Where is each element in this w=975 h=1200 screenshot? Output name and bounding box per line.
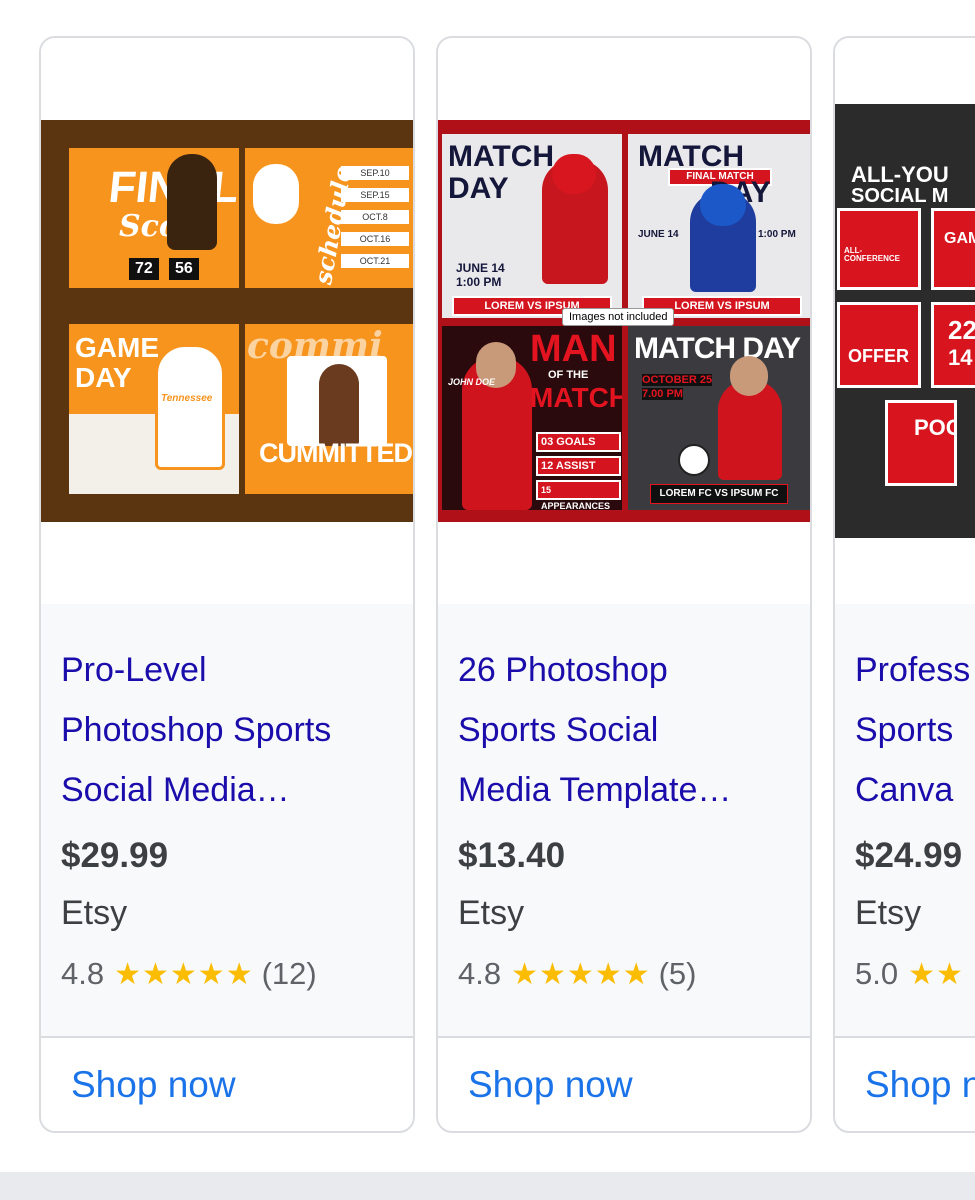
product-rating: 4.8 ★★★★★ (12) xyxy=(61,956,317,992)
product-card[interactable]: MATCH DAY JUNE 14 1:00 PM LOREM VS IPSUM… xyxy=(436,36,812,1133)
schedule-list: SEP.10 SEP.15 OCT.8 OCT.16 OCT.21 xyxy=(341,166,409,276)
poster-stat: 12 ASSIST xyxy=(536,456,621,476)
product-info: 26 Photoshop Sports Social Media Templat… xyxy=(438,604,810,1036)
player-helmet xyxy=(700,184,746,226)
poster-committed-word: CUMMITTED xyxy=(259,438,413,468)
product-card[interactable]: FINAL Score 72 56 schedule SEP.10 SEP.15… xyxy=(39,36,415,1133)
product-seller: Etsy xyxy=(458,894,525,932)
poster-match-day-word: MATCH DAY xyxy=(634,332,801,365)
poster-score-home: 72 xyxy=(129,258,159,280)
poster-score-away: 56 xyxy=(169,258,199,280)
poster-match-word: MATCH xyxy=(530,382,622,413)
schedule-date: SEP.10 xyxy=(341,166,409,180)
product-price: $13.40 xyxy=(458,836,566,875)
poster-tile: OFFER xyxy=(837,302,921,388)
poster-tile: POG xyxy=(885,400,957,486)
product-image[interactable]: ALL-YOU SOCIAL M ALL-CONFERENCE GAM OFFE… xyxy=(835,104,975,538)
poster-player-name: JOHN DOE xyxy=(448,377,496,387)
product-carousel: FINAL Score 72 56 schedule SEP.10 SEP.15… xyxy=(0,0,975,1172)
star-icon: ★★ xyxy=(908,957,964,991)
product-rating: 5.0 ★★ xyxy=(855,956,972,992)
poster-game-day: GAME DAY Tennessee xyxy=(69,324,239,494)
bottom-separator xyxy=(0,1172,975,1200)
poster-of-the: OF THE xyxy=(548,369,589,381)
poster-tile-label: ALL-CONFERENCE xyxy=(844,246,901,263)
poster-date: JUNE 14 xyxy=(456,261,505,275)
product-title[interactable]: Pro-Level Photoshop Sports Social Media… xyxy=(61,640,396,820)
poster-tile: 22 14 xyxy=(931,302,975,388)
poster-tennessee-word: Tennessee xyxy=(161,393,213,404)
poster-time: 1:00 PM xyxy=(758,229,796,240)
shop-now-button[interactable]: Shop now xyxy=(71,1064,236,1106)
player-head xyxy=(730,356,768,396)
poster-game-word: GAME xyxy=(75,332,159,363)
product-card[interactable]: ALL-YOU SOCIAL M ALL-CONFERENCE GAM OFFE… xyxy=(833,36,975,1133)
poster-tile: GAM xyxy=(931,208,975,290)
review-count: (12) xyxy=(261,956,317,991)
shop-now-button[interactable]: Shop n xyxy=(865,1064,975,1106)
athlete-figure xyxy=(319,364,359,446)
product-seller: Etsy xyxy=(855,894,922,932)
product-info: Profess Sports Canva $24.99 Etsy 5.0 ★★ xyxy=(835,604,975,1036)
poster-man-of-the-match: JOHN DOE MAN OF THE MATCH 03 GOALS 12 AS… xyxy=(442,326,622,510)
poster-date: JUNE 14 xyxy=(638,229,679,240)
schedule-date: OCT.21 xyxy=(341,254,409,268)
poster-tile-label: POG xyxy=(914,415,954,440)
poster-tile-label: 14 xyxy=(948,345,973,370)
schedule-date: OCT.16 xyxy=(341,232,409,246)
poster-stat: 03 GOALS xyxy=(536,432,621,452)
poster-match-day-fc: MATCH DAY OCTOBER 25 7.00 PM LOREM FC VS… xyxy=(628,326,810,510)
card-divider xyxy=(438,1036,810,1038)
product-title[interactable]: Profess Sports Canva xyxy=(855,640,975,820)
product-rating: 4.8 ★★★★★ (5) xyxy=(458,956,696,992)
poster-final-match: MATCH FINAL MATCH DAY JUNE 14 1:00 PM LO… xyxy=(628,134,810,318)
poster-tile-label: OFFER xyxy=(848,346,909,366)
player-helmet xyxy=(253,164,299,224)
rating-value: 4.8 xyxy=(458,956,502,991)
poster-tile-label: GAM xyxy=(944,230,975,247)
shop-now-button[interactable]: Shop now xyxy=(468,1064,633,1106)
poster-day-word: DAY xyxy=(75,362,132,393)
product-thumbnail[interactable]: ALL-YOU SOCIAL M ALL-CONFERENCE GAM OFFE… xyxy=(835,38,975,604)
product-price: $24.99 xyxy=(855,836,963,875)
player-helmet xyxy=(552,154,596,194)
star-icon: ★★★★★ xyxy=(114,957,254,991)
poster-committed: commi CUMMITTED xyxy=(245,324,413,494)
product-image[interactable]: MATCH DAY JUNE 14 1:00 PM LOREM VS IPSUM… xyxy=(438,120,810,522)
poster-headline: ALL-YOU xyxy=(851,162,949,187)
poster-tile: ALL-CONFERENCE xyxy=(837,208,921,290)
schedule-date: SEP.15 xyxy=(341,188,409,202)
product-thumbnail[interactable]: MATCH DAY JUNE 14 1:00 PM LOREM VS IPSUM… xyxy=(438,38,810,604)
poster-schedule: schedule SEP.10 SEP.15 OCT.8 OCT.16 OCT.… xyxy=(245,148,413,288)
poster-stat: 15 APPEARANCES xyxy=(536,480,621,510)
product-price: $29.99 xyxy=(61,836,169,875)
images-not-included-note: Images not included xyxy=(562,308,675,326)
product-title[interactable]: 26 Photoshop Sports Social Media Templat… xyxy=(458,640,793,820)
poster-date: OCTOBER 25 xyxy=(642,374,713,386)
review-count: (5) xyxy=(658,956,697,991)
soccer-ball-icon xyxy=(678,444,710,476)
product-info: Pro-Level Photoshop Sports Social Media…… xyxy=(41,604,413,1036)
poster-man-word: MAN xyxy=(530,328,617,370)
player-silhouette xyxy=(167,154,217,250)
product-seller: Etsy xyxy=(61,894,128,932)
poster-time: 7.00 PM xyxy=(642,388,683,400)
poster-day-word: DAY xyxy=(448,172,509,205)
poster-tile-label: 22 xyxy=(948,315,975,345)
product-thumbnail[interactable]: FINAL Score 72 56 schedule SEP.10 SEP.15… xyxy=(41,38,413,604)
poster-match-day: MATCH DAY JUNE 14 1:00 PM LOREM VS IPSUM xyxy=(442,134,622,318)
rating-value: 5.0 xyxy=(855,956,899,991)
poster-time: 1:00 PM xyxy=(456,275,502,289)
card-divider xyxy=(41,1036,413,1038)
product-image[interactable]: FINAL Score 72 56 schedule SEP.10 SEP.15… xyxy=(41,120,413,522)
star-icon: ★★★★★ xyxy=(511,957,651,991)
poster-headline: SOCIAL M xyxy=(851,185,949,207)
schedule-date: OCT.8 xyxy=(341,210,409,224)
softball-player xyxy=(155,344,225,470)
card-divider xyxy=(835,1036,975,1038)
poster-match-word: MATCH xyxy=(448,140,555,173)
poster-final-score: FINAL Score 72 56 xyxy=(69,148,239,288)
rating-value: 4.8 xyxy=(61,956,105,991)
poster-fc-matchup: LOREM FC VS IPSUM FC xyxy=(650,484,788,504)
